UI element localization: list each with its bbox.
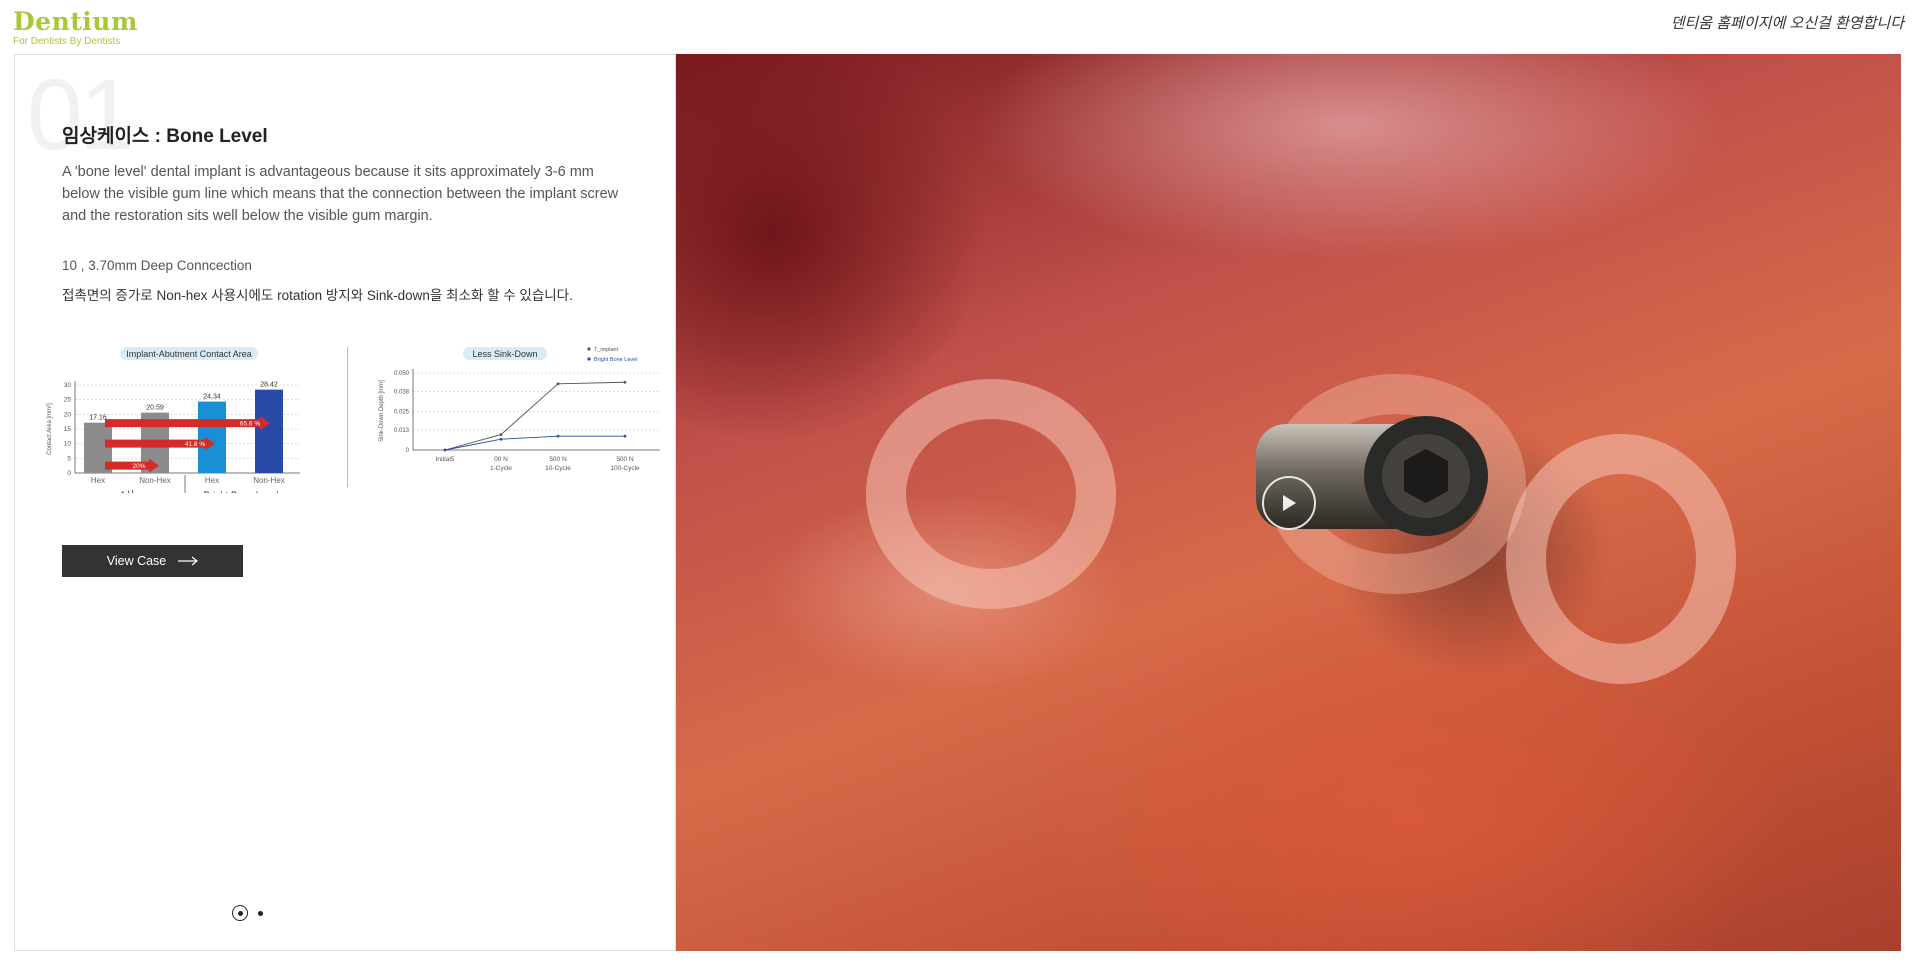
bar [255,389,283,473]
case-info-panel: 01 임상케이스 : Bone Level A 'bone level' den… [14,54,676,951]
chart-divider [347,347,348,487]
contact-area-chart: Implant-Abutment Contact Area Contact Are… [47,347,300,493]
logo-tagline: For Dentists By Dentists [13,36,121,47]
data-point [499,437,503,441]
y-tick-label: 30 [64,382,72,389]
chart-title: Implant-Abutment Contact Area [126,349,252,359]
case-title: 임상케이스 : Bone Level [62,126,268,147]
y-tick-label: 0 [406,448,410,454]
play-button[interactable] [1262,476,1316,530]
legend-label: T_implant [594,347,619,353]
spec-line: 10 , 3.70mm Deep Conncection [62,258,252,273]
y-tick-label: 15 [64,426,72,433]
legend-marker [587,357,591,361]
y-tick-label: 25 [64,397,72,404]
data-point [499,433,503,436]
welcome-message: 덴티움 홈페이지에 오신걸 환영합니다 [1670,15,1904,32]
arrow-right-icon [178,556,199,566]
series-line [444,435,625,451]
data-point [623,380,627,384]
x-tick-label: 00 N [494,456,508,463]
view-case-label: View Case [106,554,167,568]
y-tick-label: 0.038 [394,389,410,395]
slide-pagination [232,905,263,921]
x-tick-label: Initial5 [436,456,455,463]
x-tick-label: Non-Hex [253,476,285,485]
bar-value-label: 20.59 [146,405,164,412]
sink-down-chart: Less Sink-Down Sink-Down Depth [mm] 0 0.013… [379,347,660,472]
growth-annotation: 41.8 % [185,441,205,448]
x-tick-label: Hex [205,476,219,485]
x-tick-label: 500 N [549,456,567,463]
y-tick-label: 10 [64,441,72,448]
x-tick-label: 10-Cycle [545,465,571,472]
group-label: Bright Bone Level [204,490,279,493]
chart-title: Less Sink-Down [472,349,537,359]
bar-value-label: 28.42 [260,382,278,389]
data-point [443,448,447,452]
data-point [623,434,627,438]
bar-value-label: 17.16 [89,415,107,422]
x-tick-label: Non-Hex [139,476,171,485]
y-axis-label: Contact Area [mm²] [47,403,53,455]
tissue-ring [866,379,1116,609]
view-case-button[interactable]: View Case [62,545,243,577]
x-tick-label: 500 N [616,456,634,463]
y-tick-label: 0.050 [394,371,410,377]
spec-description: 접촉면의 증가로 Non-hex 사용시에도 rotation 방지와 Sink… [62,288,573,303]
y-tick-label: 0 [67,470,71,477]
growth-annotation: 20% [132,463,145,470]
x-tick-label: 1-Cycle [490,465,512,472]
y-tick-label: 5 [67,455,71,462]
tissue-ring [1506,434,1736,684]
series-line [444,381,626,451]
case-description: A 'bone level' dental implant is advanta… [62,164,619,224]
pagination-dot-1[interactable] [232,905,248,921]
y-axis-label: Sink-Down Depth [mm] [379,380,385,442]
bar-value-label: 24.34 [203,394,221,401]
y-tick-label: 0.025 [394,410,410,416]
x-tick-label: 100-Cycle [610,465,640,472]
slide-number: 01 [27,59,135,171]
logo[interactable]: Dentium For Dentists By Dentists [13,8,138,48]
legend-label: Bright Bone Level [594,357,637,363]
case-video[interactable] [676,54,1901,951]
logo-name[interactable]: Dentium [13,8,138,36]
x-tick-label: Hex [91,476,105,485]
pagination-dot-2[interactable] [258,910,263,916]
y-tick-label: 0.013 [394,428,410,434]
growth-annotation: 65.6 % [240,421,260,428]
legend-marker [587,347,591,351]
header: Dentium For Dentists By Dentists 덴티움 홈페이… [0,0,1914,54]
data-point [556,434,560,438]
bar [198,401,226,473]
play-icon [1283,495,1296,511]
group-label: A사 [119,490,134,493]
y-tick-label: 20 [64,411,72,418]
data-point [556,382,560,386]
